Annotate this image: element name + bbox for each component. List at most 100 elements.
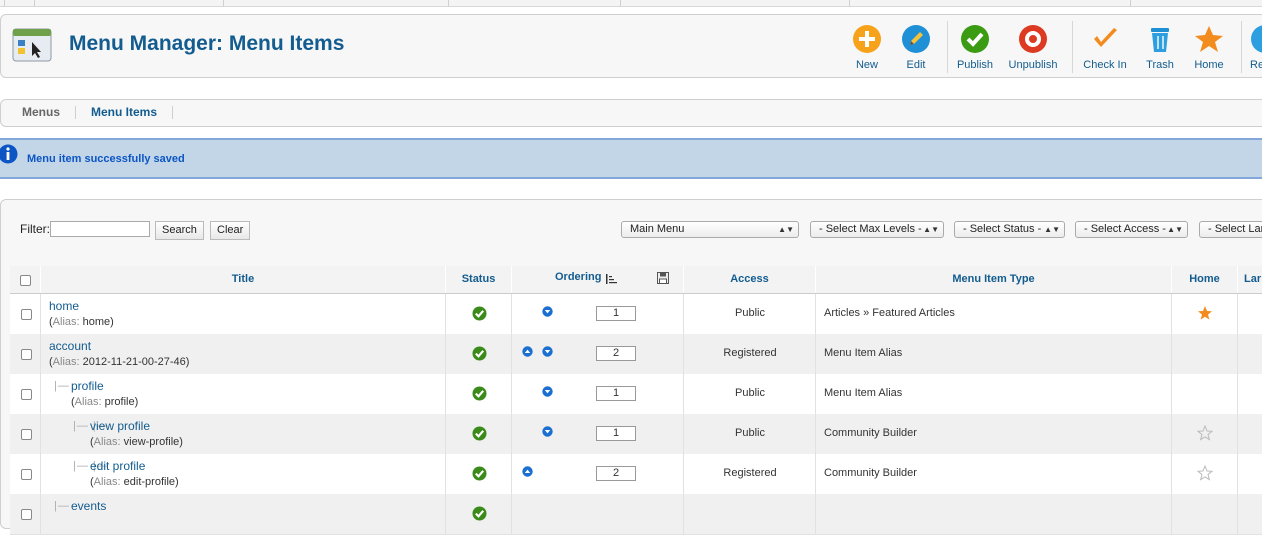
sort-icon — [606, 274, 617, 284]
publish-button[interactable]: Publish — [947, 24, 1003, 71]
select-arrow-icon: ▲▼ — [923, 225, 939, 234]
access-level: Registered — [723, 467, 777, 479]
order-input[interactable]: 1 — [596, 386, 636, 401]
item-alias: (Alias: profile) — [71, 396, 139, 408]
access-level: Registered — [723, 347, 777, 359]
system-message: Menu item successfully saved — [0, 138, 1262, 179]
item-title-link[interactable]: profile — [71, 379, 104, 393]
order-input[interactable]: 1 — [596, 426, 636, 441]
menu-item-type: Menu Item Alias — [824, 387, 903, 399]
set-home-star-icon[interactable] — [1197, 465, 1213, 481]
item-title-link[interactable]: account — [49, 339, 91, 353]
row-checkbox[interactable] — [21, 469, 32, 480]
row-checkbox[interactable] — [21, 389, 32, 400]
table-row: |— events — [10, 494, 1262, 535]
item-title-link[interactable]: view profile — [90, 419, 150, 433]
column-status[interactable]: Status — [446, 266, 512, 293]
filter-search-input[interactable] — [50, 221, 150, 237]
clear-button[interactable]: Clear — [210, 221, 251, 240]
table-header: Title Status Ordering Access Menu Item T… — [10, 266, 1262, 294]
toolbar: Menu Manager: Menu Items New Edit Publis… — [0, 14, 1262, 78]
access-select[interactable]: - Select Access - ▲▼ — [1075, 221, 1188, 238]
language-select[interactable]: - Select Lar — [1199, 221, 1262, 238]
move-down-icon[interactable] — [542, 306, 553, 317]
select-all-checkbox[interactable] — [20, 275, 31, 286]
default-home-star-icon[interactable] — [1197, 305, 1213, 321]
search-button[interactable]: Search — [155, 221, 204, 240]
row-checkbox[interactable] — [21, 509, 32, 520]
access-level: Public — [735, 307, 765, 319]
select-arrow-icon: ▲▼ — [1044, 225, 1060, 234]
column-home[interactable]: Home — [1172, 266, 1238, 293]
submenu-item-menu-items[interactable]: Menu Items — [91, 105, 157, 119]
menu-item-type: Community Builder — [824, 427, 917, 439]
menu-select[interactable]: Main Menu ▲▼ — [621, 221, 799, 238]
item-title-link[interactable]: home — [49, 299, 79, 313]
ordering-header-link[interactable]: Ordering — [555, 264, 601, 291]
published-check-icon[interactable] — [472, 466, 487, 481]
toolbar-divider — [1072, 21, 1073, 73]
plus-icon — [853, 25, 881, 53]
column-access[interactable]: Access — [684, 266, 816, 293]
home-button[interactable]: Home — [1181, 24, 1237, 71]
submenu: Menus Menu Items — [0, 99, 1262, 127]
published-check-icon[interactable] — [472, 426, 487, 441]
item-title-link[interactable]: edit profile — [90, 459, 145, 473]
check-in-button[interactable]: Check In — [1077, 24, 1133, 71]
unpublish-button[interactable]: Unpublish — [1005, 24, 1061, 71]
save-order-icon[interactable] — [657, 272, 669, 284]
page-title: Menu Manager: Menu Items — [69, 32, 345, 55]
top-strip — [0, 0, 1262, 7]
column-menu-item-type[interactable]: Menu Item Type — [816, 266, 1172, 293]
submenu-item-menus[interactable]: Menus — [22, 105, 60, 119]
stop-icon — [1019, 25, 1047, 53]
published-check-icon[interactable] — [472, 386, 487, 401]
new-button[interactable]: New — [839, 24, 895, 71]
check-icon — [961, 25, 989, 53]
row-checkbox[interactable] — [21, 349, 32, 360]
order-input[interactable]: 2 — [596, 346, 636, 361]
star-icon — [1195, 26, 1223, 52]
move-up-icon[interactable] — [522, 466, 533, 477]
message-text: Menu item successfully saved — [27, 153, 185, 165]
trash-button[interactable]: Trash — [1132, 24, 1188, 71]
order-input[interactable]: 2 — [596, 466, 636, 481]
item-alias: (Alias: edit-profile) — [90, 476, 179, 488]
submenu-divider — [172, 106, 173, 119]
row-checkbox[interactable] — [21, 429, 32, 440]
set-home-star-icon[interactable] — [1197, 425, 1213, 441]
item-alias: (Alias: view-profile) — [90, 436, 183, 448]
max-levels-select[interactable]: - Select Max Levels - ▲▼ — [810, 221, 944, 238]
table-row: home (Alias: home) 1 Public Articles » Featu… — [10, 294, 1262, 335]
move-down-icon[interactable] — [542, 386, 553, 397]
table-row: |— |— edit profile (Alias: edit-profile) 2 R… — [10, 454, 1262, 495]
status-select[interactable]: - Select Status - ▲▼ — [954, 221, 1065, 238]
rebuild-button[interactable]: Re — [1234, 24, 1262, 71]
column-title[interactable]: Title — [41, 266, 446, 293]
checkmark-icon — [1094, 28, 1117, 47]
submenu-divider — [75, 106, 76, 119]
move-down-icon[interactable] — [542, 426, 553, 437]
column-language[interactable]: Lar — [1238, 266, 1262, 293]
menu-item-type: Articles » Featured Articles — [824, 307, 955, 319]
filter-label: Filter: — [20, 222, 50, 236]
item-title-link[interactable]: events — [71, 499, 106, 513]
move-down-icon[interactable] — [542, 346, 553, 357]
item-alias: (Alias: home) — [49, 316, 114, 328]
column-ordering: Ordering — [512, 266, 684, 293]
published-check-icon[interactable] — [472, 506, 487, 521]
published-check-icon[interactable] — [472, 346, 487, 361]
order-input[interactable]: 1 — [596, 306, 636, 321]
published-check-icon[interactable] — [472, 306, 487, 321]
trash-icon — [1151, 28, 1169, 52]
move-up-icon[interactable] — [522, 346, 533, 357]
table-row: |— |— view profile (Alias: view-profile) 1 P… — [10, 414, 1262, 455]
menu-item-type: Menu Item Alias — [824, 347, 903, 359]
info-icon — [0, 144, 18, 164]
select-arrow-icon: ▲▼ — [778, 225, 794, 234]
pencil-icon — [902, 25, 930, 53]
row-checkbox[interactable] — [21, 309, 32, 320]
edit-button[interactable]: Edit — [888, 24, 944, 71]
menu-manager-icon — [12, 28, 52, 62]
table-row: |— profile (Alias: profile) 1 Public Menu Ite… — [10, 374, 1262, 415]
